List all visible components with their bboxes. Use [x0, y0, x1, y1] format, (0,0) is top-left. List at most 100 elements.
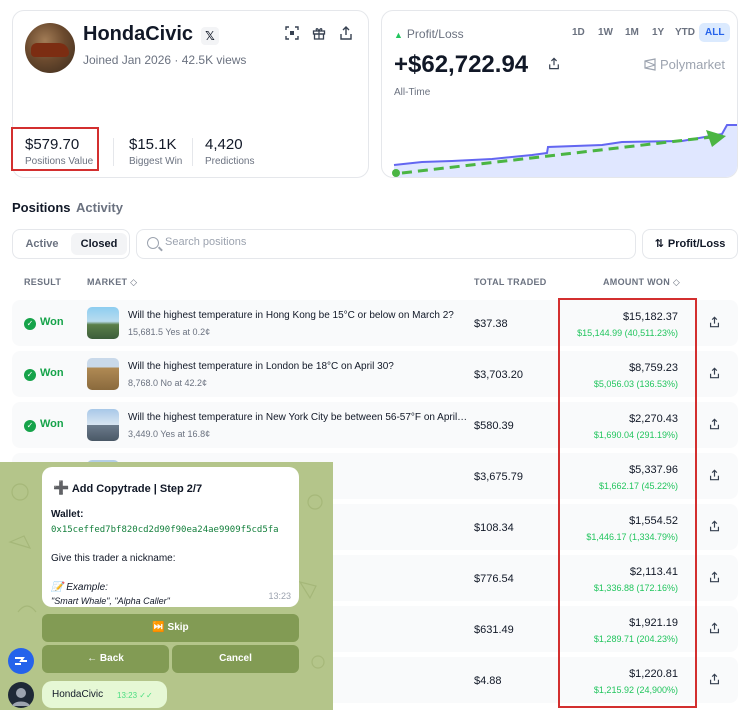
filter-closed-button[interactable]: Closed: [71, 233, 127, 255]
share-icon[interactable]: [709, 571, 720, 586]
total-traded: $580.39: [474, 420, 514, 432]
profile-username: HondaCivic: [83, 23, 194, 45]
reply-time: 13:23 ✓✓: [117, 691, 153, 700]
stat-label: Biggest Win: [129, 156, 183, 167]
user-reply-message: HondaCivic 13:23 ✓✓: [42, 681, 167, 708]
market-position: 15,681.5 Yes at 0.2¢: [128, 327, 211, 337]
bot-message-header: ➕ Add Copytrade | Step 2/7: [53, 480, 202, 496]
pnl-title: ▲ Profit/Loss: [394, 27, 464, 41]
message-time: 13:23: [268, 591, 291, 601]
range-all[interactable]: ALL: [699, 23, 731, 42]
share-icon[interactable]: [709, 418, 720, 433]
check-circle-icon: ✓: [24, 420, 36, 432]
search-input[interactable]: [165, 236, 625, 248]
bot-message-title: Add Copytrade | Step 2/7: [71, 483, 203, 495]
header-market[interactable]: MARKET ◇: [87, 277, 137, 288]
filter-active-button[interactable]: Active: [17, 233, 67, 255]
highlight-box-amount-won: [558, 298, 697, 708]
total-traded: $37.38: [474, 318, 508, 330]
pnl-title-text: Profit/Loss: [406, 27, 464, 41]
market-title[interactable]: Will the highest temperature in Hong Kon…: [128, 310, 468, 321]
polymarket-label: Polymarket: [659, 57, 725, 72]
memo-icon: 📝: [51, 582, 64, 593]
market-title[interactable]: Will the highest temperature in London b…: [128, 361, 468, 372]
tab-activity[interactable]: Activity: [76, 200, 123, 215]
reply-text: HondaCivic: [52, 689, 104, 700]
stat-value: 4,420: [205, 136, 243, 153]
user-avatar: [8, 682, 34, 708]
stat-label: Predictions: [205, 156, 255, 167]
bot-avatar: [8, 648, 34, 674]
pnl-period: All-Time: [394, 87, 431, 98]
sort-icon: ◇: [672, 277, 681, 287]
example-label: Example:: [66, 582, 108, 593]
back-button[interactable]: ← Back: [42, 645, 169, 673]
market-position: 3,449.0 Yes at 16.8¢: [128, 429, 211, 439]
scan-icon[interactable]: [283, 26, 301, 44]
result-label: Won: [40, 316, 64, 328]
share-icon[interactable]: [548, 57, 560, 73]
sort-label: Profit/Loss: [667, 238, 726, 250]
total-traded: $3,703.20: [474, 369, 523, 381]
pnl-value: +$62,722.94: [394, 51, 529, 78]
x-icon[interactable]: 𝕏: [201, 27, 219, 45]
share-icon[interactable]: [709, 622, 720, 637]
market-thumbnail: [87, 358, 119, 390]
sort-icon: ⇅: [654, 238, 664, 250]
sort-button[interactable]: ⇅ Profit/Loss: [642, 229, 738, 259]
wallet-label: Wallet:: [51, 509, 84, 520]
gift-icon[interactable]: [310, 26, 328, 44]
total-traded: $776.54: [474, 573, 514, 585]
stat-predictions: 4,420 Predictions: [205, 136, 254, 167]
avatar: [25, 23, 75, 73]
range-1d[interactable]: 1D: [572, 27, 585, 38]
skip-button[interactable]: ⏭️ Skip: [42, 614, 299, 642]
wallet-address[interactable]: 0x15ceffed7bf820cd2d90f90ea24ae9909f5cd5…: [51, 525, 279, 535]
example-text: "Smart Whale", "Alpha Caller": [51, 596, 170, 606]
cancel-button[interactable]: Cancel: [172, 645, 299, 673]
header-result: RESULT: [24, 277, 62, 287]
total-traded: $4.88: [474, 675, 502, 687]
header-amount-label: AMOUNT WON: [603, 277, 670, 287]
header-amount-won[interactable]: AMOUNT WON ◇: [603, 277, 680, 288]
search-icon: [147, 237, 159, 249]
total-traded: $631.49: [474, 624, 514, 636]
up-triangle-icon: ▲: [394, 30, 403, 40]
share-icon[interactable]: [337, 26, 355, 44]
check-circle-icon: ✓: [24, 369, 36, 381]
result-badge: ✓ Won: [24, 418, 64, 432]
range-1w[interactable]: 1W: [598, 27, 613, 38]
range-1m[interactable]: 1M: [625, 27, 639, 38]
result-badge: ✓ Won: [24, 316, 64, 330]
sort-icon: ◇: [130, 277, 138, 287]
market-title[interactable]: Will the highest temperature in New York…: [128, 412, 468, 423]
nickname-prompt: Give this trader a nickname:: [51, 553, 176, 564]
share-icon[interactable]: [709, 673, 720, 688]
bot-message: ➕ Add Copytrade | Step 2/7 Wallet: 0x15c…: [42, 467, 299, 607]
search-box: [136, 229, 636, 259]
share-icon[interactable]: [709, 520, 720, 535]
divider: [192, 138, 193, 166]
pnl-area: [394, 125, 737, 177]
telegram-overlay: ➕ Add Copytrade | Step 2/7 Wallet: 0x15c…: [0, 462, 333, 710]
share-icon[interactable]: [709, 316, 720, 331]
result-badge: ✓ Won: [24, 367, 64, 381]
stat-biggest-win: $15.1K Biggest Win: [129, 136, 182, 167]
range-1y[interactable]: 1Y: [652, 27, 664, 38]
result-label: Won: [40, 367, 64, 379]
header-total-traded: TOTAL TRADED: [474, 277, 547, 287]
tab-positions[interactable]: Positions: [12, 200, 71, 215]
reply-time-text: 13:23: [117, 691, 138, 700]
plus-icon: ➕: [53, 480, 70, 495]
highlight-box-positions-value: [11, 127, 99, 171]
pnl-card: ▲ Profit/Loss 1D 1W 1M 1Y YTD ALL +$62,72…: [381, 10, 738, 178]
double-check-icon: ✓✓: [139, 691, 153, 700]
status-toggle: Active Closed: [12, 229, 130, 259]
share-icon[interactable]: [709, 469, 720, 484]
pnl-chart: [392, 124, 737, 177]
market-thumbnail: [87, 307, 119, 339]
stat-value: $15.1K: [129, 136, 177, 153]
polymarket-brand: Polymarket: [644, 57, 725, 72]
share-icon[interactable]: [709, 367, 720, 382]
range-ytd[interactable]: YTD: [675, 27, 695, 38]
